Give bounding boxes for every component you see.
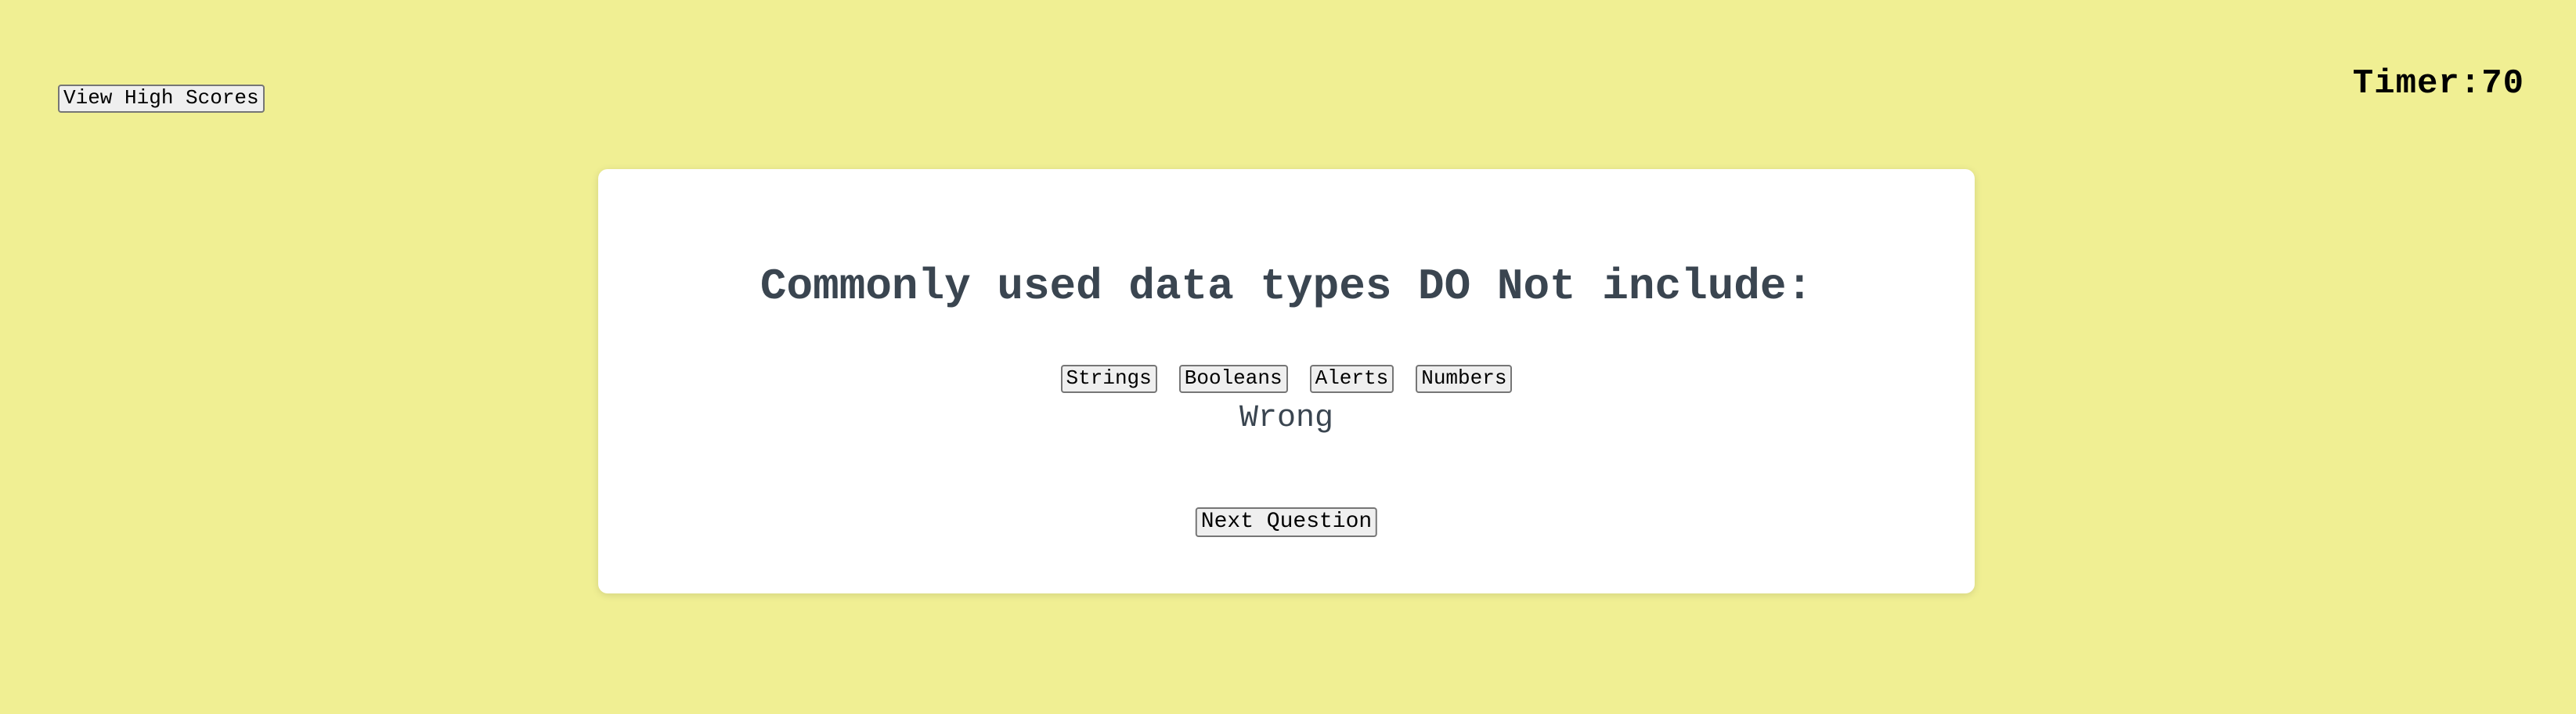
choice-strings-button[interactable]: Strings	[1060, 365, 1157, 393]
timer-display: Timer:70	[2352, 64, 2524, 103]
answer-choices: Strings Booleans Alerts Numbers	[598, 365, 1975, 393]
quiz-card: Commonly used data types DO Not include:…	[598, 169, 1975, 593]
question-text: Commonly used data types DO Not include:	[759, 261, 1813, 312]
view-high-scores-button[interactable]: View High Scores	[58, 85, 265, 113]
choice-alerts-button[interactable]: Alerts	[1309, 365, 1394, 393]
answer-result-text: Wrong	[1239, 401, 1334, 436]
choice-booleans-button[interactable]: Booleans	[1178, 365, 1288, 393]
choice-numbers-button[interactable]: Numbers	[1416, 365, 1513, 393]
next-question-button[interactable]: Next Question	[1195, 507, 1378, 538]
